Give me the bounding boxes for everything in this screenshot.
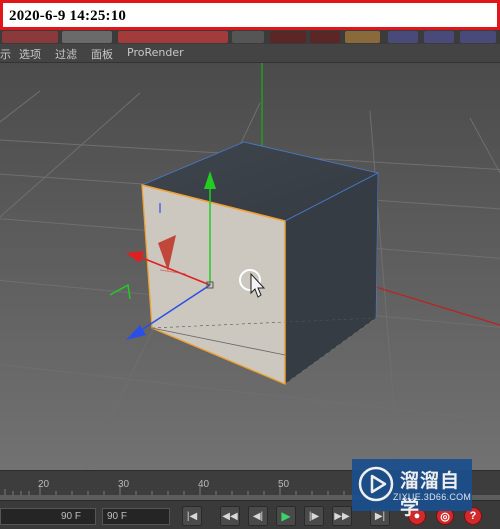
- toolbar-button-10[interactable]: [460, 31, 496, 43]
- step-forward-button[interactable]: |▶: [304, 506, 324, 526]
- step-back-icon: ◀|: [252, 510, 264, 522]
- toolbar-button-1[interactable]: [2, 31, 58, 43]
- 3d-viewport[interactable]: [0, 63, 500, 470]
- timeline-tick-label: 30: [118, 479, 130, 490]
- current-frame-value: 90 F: [60, 511, 81, 522]
- end-frame-field[interactable]: 90 F: [102, 508, 170, 525]
- watermark-url: ZIXUE.3D66.COM: [393, 492, 472, 502]
- watermark-logo: 溜溜自学 ZIXUE.3D66.COM: [352, 459, 472, 519]
- menu-item-partial[interactable]: 示: [0, 46, 11, 62]
- next-key-icon: ▶▶: [334, 510, 350, 522]
- viewport-menu-bar: 示 选项 过滤 面板 ProRender: [0, 44, 500, 63]
- toolbar-button-5[interactable]: [270, 31, 306, 43]
- timestamp-banner: 2020-6-9 14:25:10: [0, 0, 500, 30]
- prev-key-button[interactable]: ◀◀: [220, 506, 240, 526]
- step-forward-icon: |▶: [308, 510, 320, 522]
- viewport-canvas: [0, 63, 500, 470]
- menu-item-options[interactable]: 选项: [19, 46, 41, 62]
- menu-item-filter[interactable]: 过滤: [55, 46, 77, 62]
- step-back-button[interactable]: ◀|: [248, 506, 268, 526]
- top-toolbar: [0, 30, 500, 45]
- toolbar-button-3[interactable]: [118, 31, 228, 43]
- prev-key-icon: ◀◀: [222, 510, 238, 522]
- go-to-start-button[interactable]: |◀: [182, 506, 202, 526]
- menu-item-panel[interactable]: 面板: [91, 46, 113, 62]
- toolbar-button-8[interactable]: [388, 31, 418, 43]
- next-key-button[interactable]: ▶▶: [332, 506, 352, 526]
- timeline-tick-label: 50: [278, 479, 290, 490]
- timeline-tick-label: 20: [38, 479, 50, 490]
- play-icon: ▶: [281, 509, 291, 523]
- end-frame-value: 90 F: [107, 511, 128, 522]
- toolbar-button-2[interactable]: [62, 31, 112, 43]
- play-logo-icon: [358, 466, 394, 502]
- timestamp-text: 2020-6-9 14:25:10: [9, 8, 127, 24]
- go-to-end-icon: ▶|: [374, 510, 386, 522]
- toolbar-button-7[interactable]: [345, 31, 380, 43]
- current-frame-field[interactable]: 90 F: [0, 508, 96, 525]
- toolbar-button-4[interactable]: [232, 31, 264, 43]
- go-to-start-icon: |◀: [186, 510, 198, 522]
- toolbar-button-6[interactable]: [310, 31, 340, 43]
- timeline-tick-label: 40: [198, 479, 210, 490]
- play-button[interactable]: ▶: [276, 506, 296, 526]
- toolbar-button-9[interactable]: [424, 31, 454, 43]
- menu-item-prorender[interactable]: ProRender: [127, 46, 184, 59]
